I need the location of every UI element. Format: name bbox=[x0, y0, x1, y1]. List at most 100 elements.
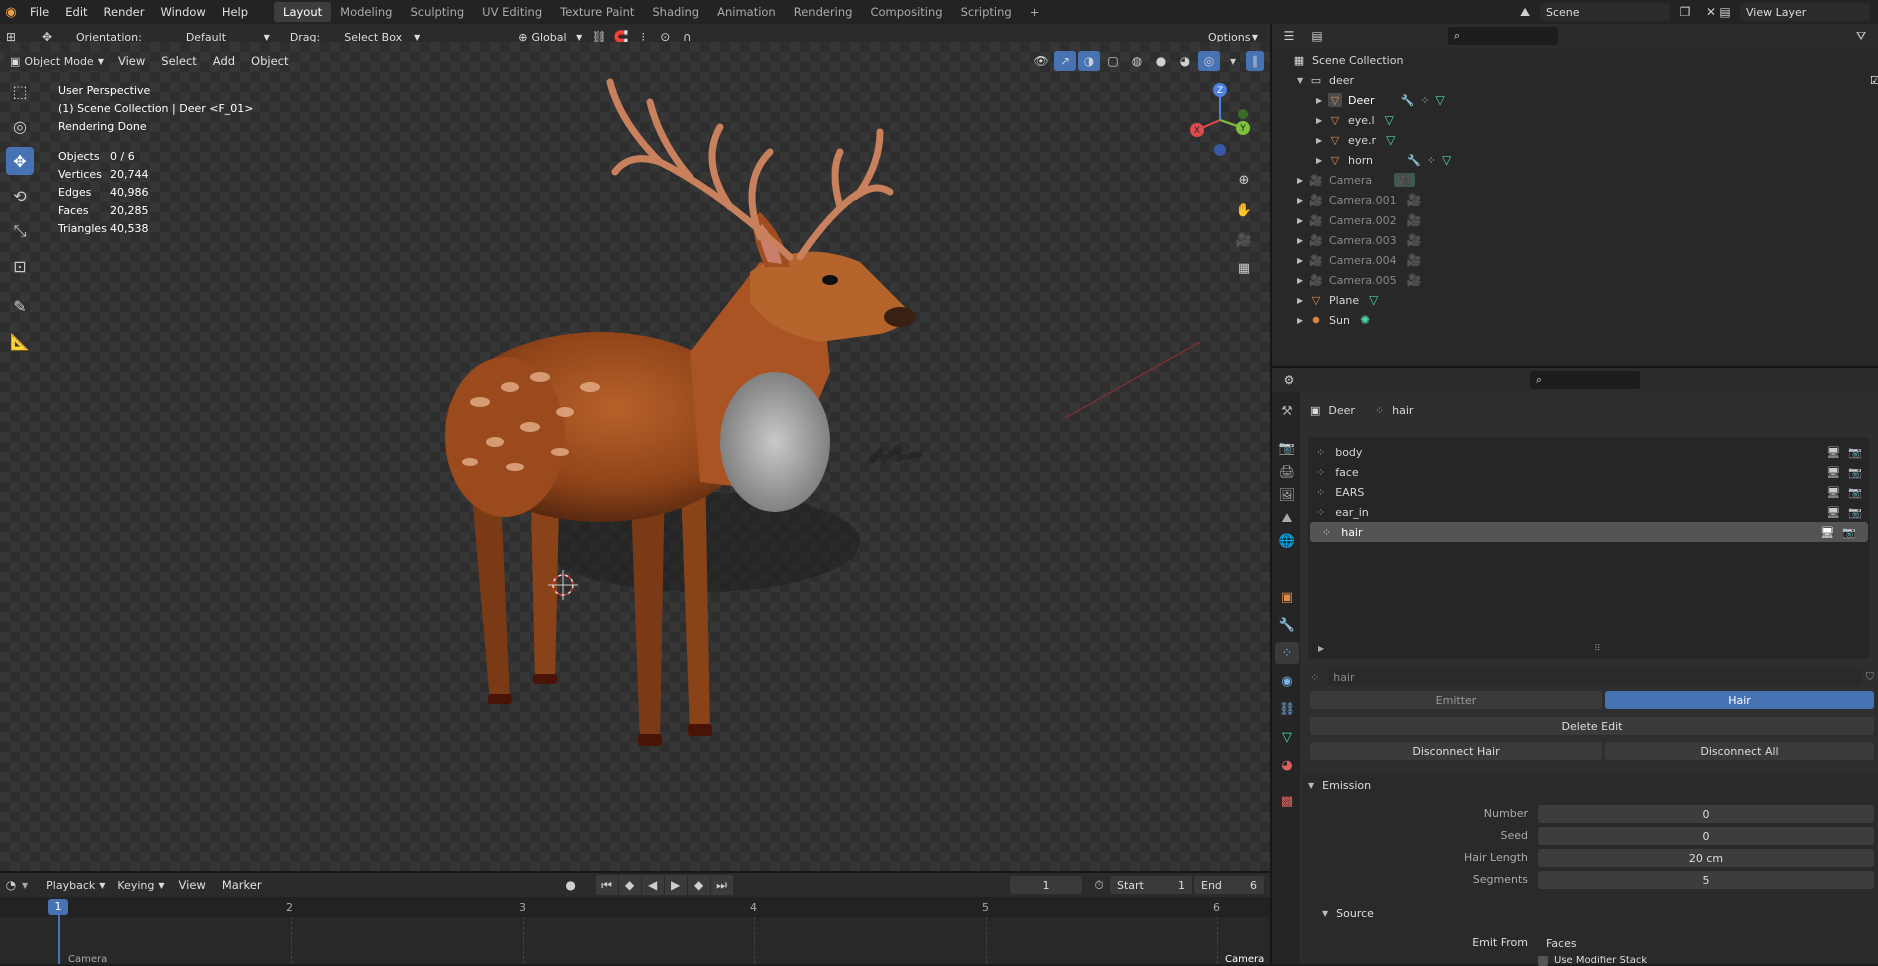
tab-scripting[interactable]: Scripting bbox=[952, 2, 1021, 22]
viewport-display-icon[interactable]: 🖥 bbox=[1826, 506, 1840, 519]
expand-triangle-icon[interactable]: ▶ bbox=[1316, 116, 1328, 125]
list-item-selected[interactable]: ⁘ hair 🖥 📷 bbox=[1310, 522, 1868, 542]
collapse-triangle-icon[interactable]: ▼ bbox=[1322, 909, 1328, 918]
area-divider[interactable] bbox=[1270, 24, 1272, 964]
outliner-search-input[interactable]: ⌕ bbox=[1448, 27, 1558, 45]
tab-shading[interactable]: Shading bbox=[643, 2, 708, 22]
list-resize-handle-icon[interactable]: ⠿ bbox=[1594, 644, 1601, 654]
scene-icon[interactable]: ⛰ bbox=[1514, 2, 1536, 22]
outliner-item-camera[interactable]: ▶ 🎥 Camera 🎥 bbox=[1297, 170, 1416, 190]
tab-tool-icon[interactable]: ⚒ bbox=[1275, 400, 1299, 422]
outliner-item-eye-l[interactable]: ▶ ▽ eye.l ▽ bbox=[1316, 110, 1394, 130]
mesh-data-icon[interactable]: ▽ bbox=[1435, 93, 1444, 107]
render-camera-icon[interactable]: 📷 bbox=[1848, 446, 1862, 459]
tab-data-icon[interactable]: ▽ bbox=[1275, 726, 1299, 748]
expand-triangle-icon[interactable]: ▶ bbox=[1297, 196, 1309, 205]
outliner-item-sun[interactable]: ▶ ✹ Sun ✺ bbox=[1297, 310, 1370, 330]
record-icon[interactable]: ● bbox=[560, 875, 582, 895]
expand-triangle-icon[interactable]: ▶ bbox=[1297, 316, 1309, 325]
next-keyframe-icon[interactable]: ◆ bbox=[687, 875, 710, 895]
expand-triangle-icon[interactable]: ▶ bbox=[1297, 256, 1309, 265]
segments-field[interactable]: 5 bbox=[1538, 871, 1874, 889]
viewport-display-icon[interactable]: 🖥 bbox=[1826, 446, 1840, 459]
camera-data-icon[interactable]: 🎥 bbox=[1407, 233, 1422, 247]
tab-modifiers-icon[interactable]: 🔧 bbox=[1275, 614, 1299, 636]
tab-modeling[interactable]: Modeling bbox=[331, 2, 401, 22]
render-camera-icon[interactable]: 📷 bbox=[1848, 466, 1862, 479]
play-reverse-icon[interactable]: ◀ bbox=[641, 875, 664, 895]
cursor-tool-icon[interactable]: ◎ bbox=[6, 112, 34, 140]
gizmo-toggle-icon[interactable]: ↗ bbox=[1054, 51, 1076, 71]
menu-render[interactable]: Render bbox=[96, 5, 153, 19]
stopwatch-icon[interactable]: ⏱ bbox=[1088, 875, 1110, 895]
zoom-icon[interactable]: ⊕ bbox=[1232, 168, 1256, 192]
camera-marker[interactable]: Camera bbox=[1225, 954, 1264, 965]
hair-type-button[interactable]: Hair bbox=[1605, 691, 1874, 709]
add-workspace-button[interactable]: + bbox=[1021, 2, 1049, 22]
tab-sculpting[interactable]: Sculpting bbox=[401, 2, 473, 22]
material-shading-icon[interactable]: ◕ bbox=[1174, 51, 1196, 71]
expand-triangle-icon[interactable]: ▶ bbox=[1297, 236, 1309, 245]
tab-scene-icon[interactable]: ⛰ bbox=[1275, 507, 1299, 529]
viewport-display-icon[interactable]: 🖥 bbox=[1820, 526, 1834, 539]
viewport-display-icon[interactable]: 🖥 bbox=[1826, 466, 1840, 479]
properties-search-input[interactable]: ⌕ bbox=[1530, 371, 1640, 389]
emission-panel-header[interactable]: ▼ Emission bbox=[1308, 776, 1371, 794]
outliner-root[interactable]: ▦ Scene Collection bbox=[1292, 50, 1404, 70]
properties-editor-icon[interactable]: ⚙ bbox=[1278, 370, 1300, 390]
playhead-frame[interactable]: 1 bbox=[48, 899, 68, 915]
blender-logo-icon[interactable]: ◉ bbox=[0, 5, 22, 20]
render-camera-icon[interactable]: 📷 bbox=[1842, 526, 1856, 539]
ortho-grid-icon[interactable]: ▦ bbox=[1232, 256, 1256, 280]
solid-shading-icon[interactable]: ● bbox=[1150, 51, 1172, 71]
source-subpanel-header[interactable]: ▼ Source bbox=[1322, 904, 1374, 922]
mode-dropdown[interactable]: ▣ Object Mode ▼ bbox=[4, 52, 110, 70]
pause-render-icon[interactable]: ∥ bbox=[1246, 51, 1264, 71]
start-frame-field[interactable]: Start 1 bbox=[1110, 876, 1192, 894]
viewport-menu-object[interactable]: Object bbox=[243, 54, 296, 68]
outliner-item-plane[interactable]: ▶ ▽ Plane ▽ bbox=[1297, 290, 1378, 310]
navigation-gizmo[interactable]: Z X Y bbox=[1185, 80, 1255, 160]
number-field[interactable]: 0 bbox=[1538, 805, 1874, 823]
tab-output-icon[interactable]: 🖨 bbox=[1275, 461, 1299, 483]
prev-keyframe-icon[interactable]: ◆ bbox=[618, 875, 641, 895]
view-layer-selector[interactable]: View Layer bbox=[1740, 3, 1870, 21]
viewport-menu-add[interactable]: Add bbox=[205, 54, 243, 68]
tab-world-icon[interactable]: 🌐 bbox=[1275, 530, 1299, 552]
tab-layout[interactable]: Layout bbox=[274, 2, 332, 22]
camera-data-icon[interactable]: 🎥 bbox=[1407, 213, 1422, 227]
measure-tool-icon[interactable]: 📐 bbox=[6, 327, 34, 355]
end-frame-field[interactable]: End 6 bbox=[1194, 876, 1264, 894]
collapse-triangle-icon[interactable]: ▼ bbox=[1308, 781, 1314, 790]
particles-icon[interactable]: ⁘ bbox=[1420, 94, 1429, 107]
outliner-item-camera-004[interactable]: ▶ 🎥 Camera.004 🎥 bbox=[1297, 250, 1422, 270]
viewport-display-icon[interactable]: 🖥 bbox=[1826, 486, 1840, 499]
tab-compositing[interactable]: Compositing bbox=[861, 2, 951, 22]
timeline-ruler[interactable] bbox=[0, 897, 1270, 917]
jump-end-icon[interactable]: ⏭ bbox=[710, 875, 733, 895]
expand-triangle-icon[interactable]: ▶ bbox=[1297, 276, 1309, 285]
emitter-type-button[interactable]: Emitter bbox=[1310, 691, 1602, 709]
outliner-item-camera-002[interactable]: ▶ 🎥 Camera.002 🎥 bbox=[1297, 210, 1422, 230]
shading-options-icon[interactable]: ▾ bbox=[1222, 51, 1244, 71]
outliner-item-eye-r[interactable]: ▶ ▽ eye.r ▽ bbox=[1316, 130, 1395, 150]
list-expand-icon[interactable]: ▶ bbox=[1318, 644, 1324, 653]
tab-particles-icon[interactable]: ⁘ bbox=[1275, 642, 1299, 664]
expand-triangle-icon[interactable]: ▶ bbox=[1316, 96, 1328, 105]
wireframe-shading-icon[interactable]: ◍ bbox=[1126, 51, 1148, 71]
camera-data-icon[interactable]: 🎥 bbox=[1407, 193, 1422, 207]
view-layer-icon[interactable]: ▤ bbox=[1714, 2, 1736, 22]
hair-length-field[interactable]: 20 cm bbox=[1538, 849, 1874, 867]
overlay-toggle-icon[interactable]: ◑ bbox=[1078, 51, 1100, 71]
area-divider[interactable] bbox=[0, 871, 1270, 873]
light-data-icon[interactable]: ✺ bbox=[1360, 313, 1370, 327]
area-divider[interactable] bbox=[1272, 366, 1878, 368]
timeline-area[interactable]: 1 2 3 4 5 6 Camera Camera bbox=[0, 897, 1270, 965]
mesh-data-icon[interactable]: ▽ bbox=[1386, 133, 1395, 147]
tab-constraints-icon[interactable]: ⛓ bbox=[1275, 698, 1299, 720]
expand-triangle-icon[interactable]: ▶ bbox=[1297, 176, 1309, 185]
list-item[interactable]: ⁘ ear_in 🖥 📷 bbox=[1310, 502, 1868, 522]
particle-settings-field[interactable]: hair bbox=[1327, 668, 1862, 686]
new-scene-icon[interactable]: ❐ bbox=[1674, 2, 1696, 22]
pan-hand-icon[interactable]: ✋ bbox=[1232, 198, 1256, 222]
